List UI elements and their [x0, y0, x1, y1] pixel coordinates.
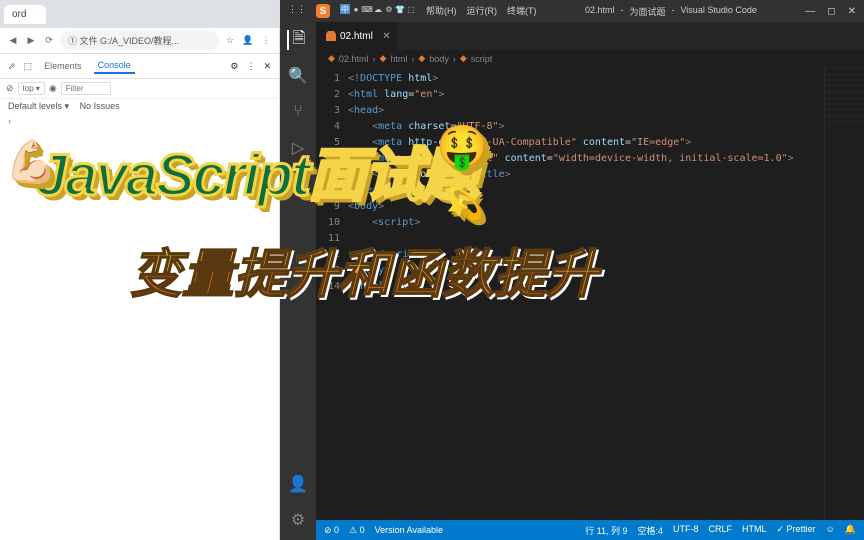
tab-close-icon[interactable]: ✕: [382, 31, 390, 42]
forward-icon[interactable]: ▶: [24, 34, 38, 48]
editor-tabs: 02.html ✕: [316, 22, 864, 50]
titlebar: ⋮⋮ S 中●⌨☁⚙👕⬚ 帮助(H) 运行(R) 终端(T) 02.html-为…: [280, 0, 864, 22]
eye-icon[interactable]: ◉: [49, 83, 57, 94]
status-version[interactable]: Version Available: [375, 525, 443, 536]
gear-icon[interactable]: ⚙: [230, 61, 238, 72]
user-icon[interactable]: 👤: [241, 34, 255, 48]
reload-icon[interactable]: ⟳: [42, 34, 56, 48]
overlay-title-main: 💪🏻 JavaScript面试题 🤑 💫: [35, 128, 476, 212]
explorer-icon[interactable]: 🗎: [287, 30, 307, 50]
settings-icon[interactable]: ⚙: [288, 510, 308, 530]
menu: ⋮⋮ S 中●⌨☁⚙👕⬚ 帮助(H) 运行(R) 终端(T): [288, 4, 537, 18]
clear-icon[interactable]: ⊘: [6, 83, 14, 94]
close-icon[interactable]: ✕: [263, 61, 271, 72]
more-icon[interactable]: ⋮: [246, 61, 255, 72]
menu-help[interactable]: 帮助(H): [426, 4, 457, 18]
levels-row[interactable]: Default levels ▾ No Issues: [0, 99, 279, 114]
overlay-title-sub: 变量提升和函数提升: [130, 232, 598, 307]
tab-console[interactable]: Console: [94, 58, 135, 74]
minimize-icon[interactable]: —: [805, 6, 815, 17]
back-icon[interactable]: ◀: [6, 34, 20, 48]
status-warnings[interactable]: ⚠ 0: [349, 525, 365, 536]
close-window-icon[interactable]: ✕: [848, 6, 856, 17]
browser-tab[interactable]: ord: [4, 5, 46, 24]
browser-tabs-bar: ord: [0, 0, 279, 28]
status-eol[interactable]: CRLF: [709, 524, 733, 537]
vscode-logo-icon: ⋮⋮: [288, 4, 306, 18]
ime-icons[interactable]: 中●⌨☁⚙👕⬚: [340, 4, 416, 18]
status-errors[interactable]: ⊘ 0: [324, 525, 339, 536]
file-icon: ◆: [328, 53, 335, 64]
search-icon[interactable]: 🔍: [288, 66, 308, 86]
device-icon[interactable]: ⬚: [24, 61, 33, 72]
menu-run[interactable]: 运行(R): [467, 4, 498, 18]
feedback-icon[interactable]: ☺: [826, 524, 835, 537]
status-lang[interactable]: HTML: [742, 524, 767, 537]
breadcrumb[interactable]: ◆ 02.html › ◆html › ◆body › ◆script: [316, 50, 864, 67]
address-bar: ◀ ▶ ⟳ ① 文件 G:/A_VIDEO/教程... ☆ 👤 ⋮: [0, 28, 279, 54]
title-text: 02.html-为面试题-Visual Studio Code: [585, 5, 757, 18]
status-prettier[interactable]: ✓ Prettier: [777, 524, 816, 537]
devtools-tabs: ⬀ ⬚ Elements Console ⚙ ⋮ ✕: [0, 54, 279, 79]
menu-terminal[interactable]: 终端(T): [507, 4, 537, 18]
maximize-icon[interactable]: ◻: [827, 6, 835, 17]
address-input[interactable]: ① 文件 G:/A_VIDEO/教程...: [60, 31, 219, 50]
star-icon[interactable]: ☆: [223, 34, 237, 48]
money-emoji: 🤑: [436, 123, 486, 172]
sogou-icon[interactable]: S: [316, 4, 330, 18]
console-prompt[interactable]: ›: [0, 114, 279, 128]
account-icon[interactable]: 👤: [288, 474, 308, 494]
dizzy-emoji: 💫: [446, 187, 481, 222]
status-encoding[interactable]: UTF-8: [673, 524, 699, 537]
statusbar: ⊘ 0 ⚠ 0 Version Available 行 11, 列 9 空格:4…: [316, 520, 864, 540]
console-controls: ⊘ top ▾ ◉: [0, 79, 279, 99]
minimap[interactable]: [824, 67, 864, 520]
window-controls: — ◻ ✕: [805, 6, 856, 17]
status-spaces[interactable]: 空格:4: [637, 524, 663, 537]
flex-emoji: 💪🏻: [5, 138, 55, 187]
tab-elements[interactable]: Elements: [40, 59, 86, 73]
status-position[interactable]: 行 11, 列 9: [585, 524, 627, 537]
context-select[interactable]: top ▾: [18, 82, 45, 95]
menu-icon[interactable]: ⋮: [259, 34, 273, 48]
editor-tab[interactable]: 02.html ✕: [316, 22, 397, 50]
inspect-icon[interactable]: ⬀: [8, 61, 16, 72]
filter-input[interactable]: [61, 82, 111, 95]
bell-icon[interactable]: 🔔: [845, 524, 856, 537]
source-control-icon[interactable]: ⑂: [288, 102, 308, 122]
